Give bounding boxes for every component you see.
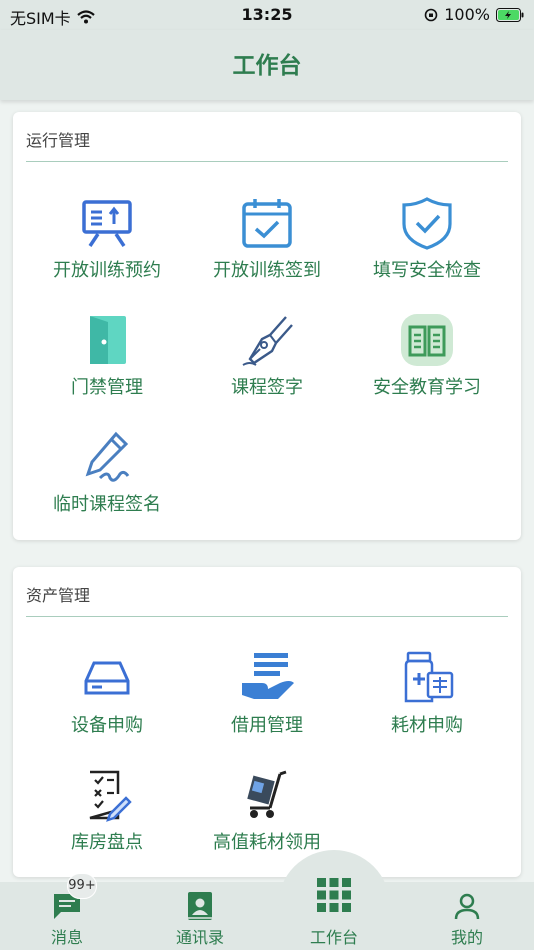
safety-education-tile[interactable]: 安全教育学习 [347, 313, 507, 413]
tab-label: 工作台 [309, 928, 358, 947]
borrowing-management-tile[interactable]: 借用管理 [187, 651, 347, 751]
tab-contacts[interactable]: 通讯录 [150, 890, 250, 950]
operations-management-card: 运行管理 开放训练预约 开放训练签到 填写安全检查 门禁管理 课程签字 安全教育… [13, 112, 521, 540]
tab-workbench[interactable]: 工作台 [284, 878, 384, 950]
orientation-lock-icon [424, 8, 438, 21]
section-title: 资产管理 [26, 586, 91, 605]
tile-label: 填写安全检查 [373, 260, 481, 281]
navigation-bar: 工作台 [0, 30, 534, 100]
tile-label: 开放训练预约 [53, 260, 161, 281]
tile-label: 临时课程签名 [53, 494, 161, 515]
tile-label: 设备申购 [71, 715, 143, 736]
hard-drive-icon [80, 651, 134, 705]
tile-label: 库房盘点 [71, 832, 143, 853]
equipment-purchase-tile[interactable]: 设备申购 [27, 651, 187, 751]
asset-management-card: 资产管理 设备申购 借用管理 耗材申购 库房盘点 高值耗材领用 [13, 567, 521, 877]
tile-label: 门禁管理 [71, 377, 143, 398]
open-book-icon [400, 313, 454, 367]
shield-check-icon [400, 196, 454, 250]
section-divider [26, 161, 508, 162]
tile-label: 借用管理 [231, 715, 303, 736]
checklist-icon [80, 768, 134, 822]
hand-documents-icon [240, 651, 294, 705]
battery-percent: 100% [444, 5, 490, 24]
temporary-course-signature-tile[interactable]: 临时课程签名 [27, 430, 187, 530]
open-training-booking-tile[interactable]: 开放训练预约 [27, 196, 187, 296]
access-control-tile[interactable]: 门禁管理 [27, 313, 187, 413]
section-title: 运行管理 [26, 131, 91, 150]
open-training-checkin-tile[interactable]: 开放训练签到 [187, 196, 347, 296]
tab-label: 消息 [50, 928, 83, 947]
page-title: 工作台 [232, 53, 302, 79]
signature-pen-icon [80, 430, 134, 484]
hand-truck-icon [240, 768, 294, 822]
safety-inspection-tile[interactable]: 填写安全检查 [347, 196, 507, 296]
unread-badge: 99+ [67, 873, 97, 899]
tab-messages[interactable]: 消息 [17, 890, 117, 950]
presentation-board-icon [80, 196, 134, 250]
status-right: 100% [424, 5, 524, 24]
calendar-check-icon [240, 196, 294, 250]
battery-icon [496, 7, 524, 22]
contacts-icon [188, 892, 212, 920]
consumables-purchase-tile[interactable]: 耗材申购 [347, 651, 507, 751]
tile-label: 课程签字 [231, 377, 303, 398]
tile-label: 耗材申购 [391, 715, 463, 736]
fountain-pen-icon [240, 313, 294, 367]
tab-label: 通讯录 [175, 928, 224, 947]
warehouse-inventory-tile[interactable]: 库房盘点 [27, 768, 187, 868]
tab-label: 我的 [450, 928, 483, 947]
course-signature-tile[interactable]: 课程签字 [187, 313, 347, 413]
status-bar: 无SIM卡 13:25 100% [0, 0, 534, 30]
tab-profile[interactable]: 我的 [417, 890, 517, 950]
tile-label: 开放训练签到 [213, 260, 321, 281]
medicine-bottle-icon [400, 651, 454, 705]
tile-label: 安全教育学习 [373, 377, 481, 398]
door-icon [80, 313, 134, 367]
person-icon [454, 893, 480, 920]
section-divider [26, 616, 508, 617]
grid-icon [317, 878, 351, 912]
